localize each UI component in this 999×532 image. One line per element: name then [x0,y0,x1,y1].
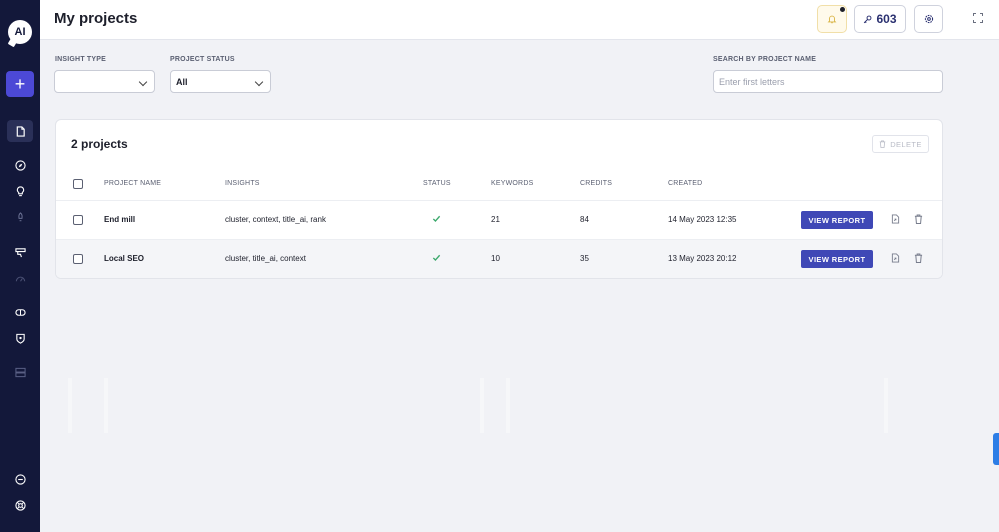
projects-count: 2 projects [71,137,128,151]
credits-count: 603 [876,12,897,26]
project-insights: cluster, context, title_ai, rank [225,215,326,224]
page-title: My projects [54,10,138,27]
project-keywords: 21 [491,215,500,224]
view-report-button[interactable]: VIEW REPORT [801,250,873,268]
chevron-down-icon [138,77,148,87]
tag-icon [14,247,26,257]
lifebuoy-icon [14,499,26,511]
app-logo[interactable]: AI [8,20,32,44]
feedback-tab[interactable] [993,433,999,465]
project-keywords: 10 [491,254,500,263]
background-decoration [480,378,484,433]
settings-button[interactable] [914,5,943,33]
gear-icon [924,14,933,24]
compass-icon [14,159,26,171]
insight-type-select[interactable] [54,70,155,93]
shield-icon [15,333,25,344]
export-icon[interactable] [891,253,900,263]
select-all-checkbox[interactable] [73,179,83,189]
project-status-select[interactable]: All [170,70,271,93]
column-header-status[interactable]: STATUS [423,180,451,187]
trash-icon[interactable] [914,214,923,224]
expand-icon[interactable] [973,13,983,23]
key-icon [864,15,872,23]
help-icon [14,473,26,485]
add-project-button[interactable]: + [6,71,34,97]
table-row[interactable]: End mill cluster, context, title_ai, ran… [56,200,942,239]
sidebar-item-explore[interactable] [7,154,33,176]
project-credits: 84 [580,215,589,224]
server-icon [14,367,26,377]
column-header-insights[interactable]: INSIGHTS [225,180,260,187]
background-decoration [68,378,72,433]
project-status-label: PROJECT STATUS [170,56,235,63]
background-decoration [506,378,510,433]
projects-card: 2 projects DELETE PROJECT NAME INSIGHTS … [55,119,943,279]
sidebar-item-ideas[interactable] [7,180,33,202]
trash-icon [879,140,886,148]
search-label: SEARCH BY PROJECT NAME [713,56,817,63]
credits-button[interactable]: 603 [854,5,906,33]
row-checkbox[interactable] [73,254,83,264]
sidebar-item-speed[interactable] [7,267,33,289]
notifications-button[interactable] [817,5,847,33]
status-check-icon [432,215,441,223]
column-header-credits[interactable]: CREDITS [580,180,612,187]
top-header: My projects 603 [40,0,999,40]
notification-dot [840,7,845,12]
sidebar-item-help[interactable] [7,468,33,490]
sidebar-item-projects[interactable] [7,120,33,142]
column-header-created[interactable]: CREATED [668,180,702,187]
sidebar-item-keywords[interactable] [7,241,33,263]
sidebar-item-compare[interactable] [7,301,33,323]
sidebar-item-launch[interactable] [7,206,33,228]
project-status-value: All [176,76,188,87]
background-decoration [104,378,108,433]
project-name[interactable]: End mill [104,215,135,224]
sidebar-item-security[interactable] [7,327,33,349]
logo-text: AI [14,26,26,38]
background-decoration [884,378,888,433]
delete-label: DELETE [890,139,922,149]
row-checkbox[interactable] [73,215,83,225]
export-icon[interactable] [891,214,900,224]
sidebar-item-server[interactable] [7,361,33,383]
project-credits: 35 [580,254,589,263]
insight-type-label: INSIGHT TYPE [55,56,107,63]
column-header-name[interactable]: PROJECT NAME [104,180,161,187]
sidebar-item-support[interactable] [7,494,33,516]
bell-icon [827,15,837,24]
rocket-icon [17,211,23,221]
document-icon [16,125,25,137]
project-name[interactable]: Local SEO [104,254,144,263]
search-input[interactable] [713,70,943,93]
gauge-icon [15,276,25,282]
table-row[interactable]: Local SEO cluster, title_ai, context 10 … [56,239,942,278]
project-insights: cluster, title_ai, context [225,254,306,263]
chevron-down-icon [254,77,264,87]
column-header-keywords[interactable]: KEYWORDS [491,180,533,187]
status-check-icon [432,254,441,262]
sidebar: AI + [0,0,40,532]
delete-button[interactable]: DELETE [872,135,929,153]
project-created: 14 May 2023 12:35 [668,215,737,224]
view-report-button[interactable]: VIEW REPORT [801,211,873,229]
lightbulb-icon [16,185,24,196]
trash-icon[interactable] [914,253,923,263]
link-icon [14,308,26,316]
project-created: 13 May 2023 20:12 [668,254,737,263]
